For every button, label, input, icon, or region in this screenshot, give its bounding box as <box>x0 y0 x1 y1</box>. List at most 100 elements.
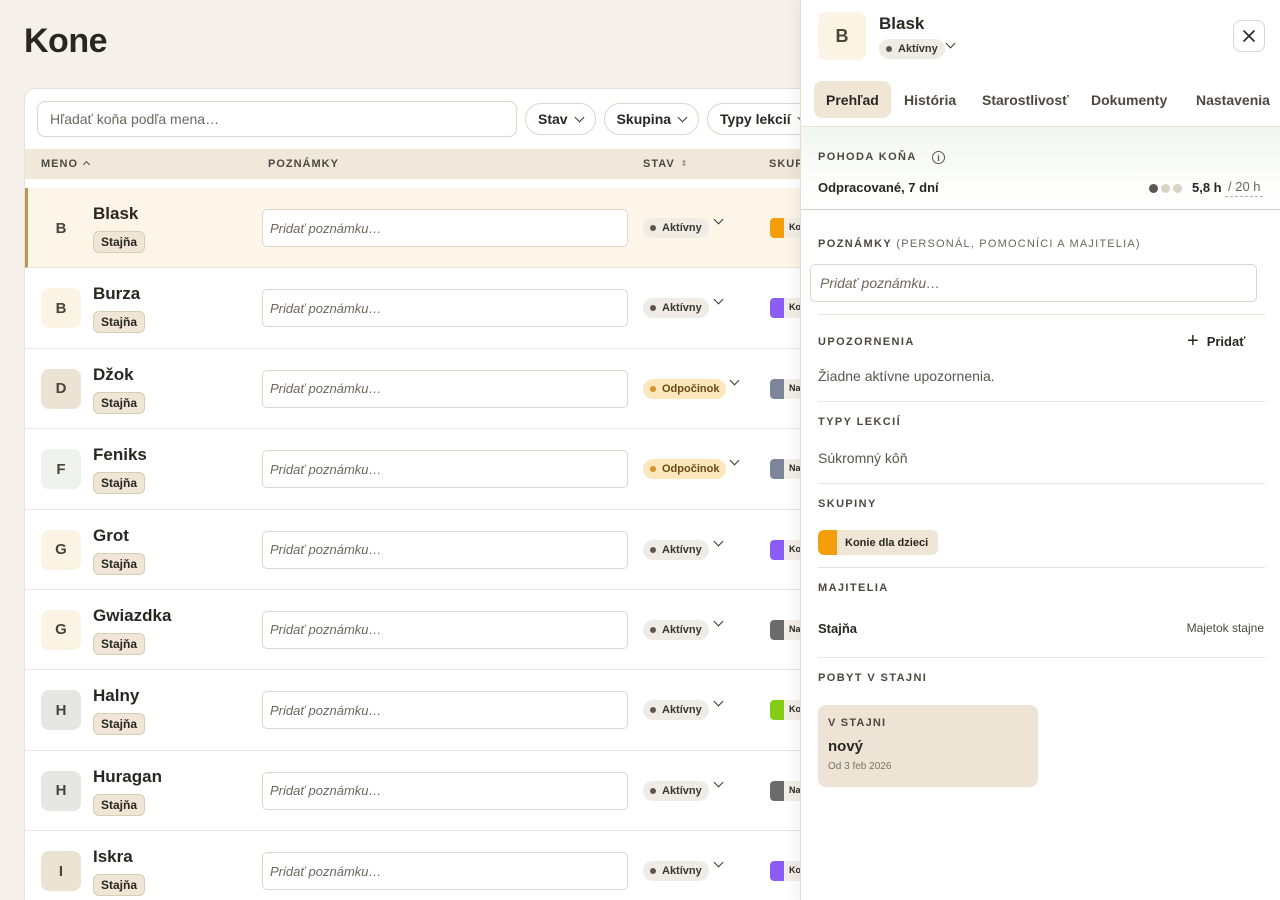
filter-group[interactable]: Skupina <box>603 103 700 135</box>
wellness-heading: POHODA KOŇA <box>818 151 917 163</box>
horses-table-card: Stav Skupina Typy lekcií MENO POZNÁMKY S… <box>24 88 824 900</box>
plus-icon: + <box>1187 330 1199 352</box>
note-input[interactable] <box>262 610 628 649</box>
horse-name[interactable]: Gwiazdka <box>93 606 171 626</box>
tab-care[interactable]: Starostlivosť <box>982 81 1069 118</box>
note-input[interactable] <box>262 369 628 408</box>
column-name-label: MENO <box>41 158 78 170</box>
info-icon[interactable]: i <box>932 151 945 164</box>
status-badge[interactable]: Aktívny <box>643 539 709 560</box>
tab-documents[interactable]: Dokumenty <box>1091 81 1167 118</box>
status-dot <box>650 225 656 231</box>
table-row[interactable]: D Džok Stajňa Odpočinok Na <box>25 349 823 430</box>
group-chip-label: Konie dla dzieci <box>845 536 929 549</box>
note-input[interactable] <box>262 691 628 730</box>
horse-name[interactable]: Iskra <box>93 847 133 867</box>
tab-settings[interactable]: Nastavenia <box>1196 81 1270 118</box>
horse-name[interactable]: Blask <box>93 204 138 224</box>
group-color-swatch <box>770 619 784 640</box>
status-label: Aktívny <box>662 865 702 878</box>
location-tag: Stajňa <box>93 793 146 816</box>
note-input[interactable] <box>262 289 628 328</box>
table-body: BBlaskStajňaAktívnyKoBBurzaStajňaAktívny… <box>25 188 823 900</box>
table-row[interactable]: IIskraStajňaAktívnyKo <box>25 831 823 900</box>
status-badge[interactable]: Aktívny <box>643 619 709 640</box>
horse-detail-panel: B Blask Aktívny Prehľad História Starost… <box>800 0 1280 900</box>
chevron-down-icon[interactable] <box>729 375 740 386</box>
column-header-groups: SKUP <box>769 158 804 170</box>
status-badge[interactable]: Aktívny <box>643 218 709 238</box>
group-chip[interactable]: Konie dla dzieci <box>818 530 939 555</box>
notes-heading: POZNÁMKY (PERSONÁL, POMOCNÍCI A MAJITELI… <box>818 238 1141 250</box>
worked-max[interactable]: / 20 h <box>1225 179 1263 197</box>
chevron-down-icon[interactable] <box>713 616 724 627</box>
status-badge[interactable]: Odpočinok <box>643 378 727 399</box>
column-header-status[interactable]: STAV ⇕ <box>643 158 688 170</box>
chevron-down-icon[interactable] <box>729 455 740 466</box>
column-status-label: STAV <box>643 158 675 170</box>
status-badge[interactable]: Aktívny <box>643 700 709 721</box>
note-input[interactable] <box>262 530 628 569</box>
status-label: Aktívny <box>898 43 938 55</box>
chevron-down-icon[interactable] <box>713 294 724 305</box>
panel-note-input[interactable] <box>810 264 1257 302</box>
avatar: B <box>41 288 81 329</box>
add-alert-button[interactable]: + Pridať <box>1187 330 1245 352</box>
table-row[interactable]: HHalnyStajňaAktívnyKo <box>25 670 823 751</box>
group-label: Na <box>789 382 801 393</box>
table-row[interactable]: BBurzaStajňaAktívnyKo <box>25 268 823 349</box>
chevron-down-icon[interactable] <box>713 696 724 707</box>
horse-name[interactable]: Halny <box>93 686 139 706</box>
status-badge[interactable]: Aktívny <box>643 298 709 319</box>
status-badge[interactable]: Aktívny <box>879 39 945 59</box>
status-badge[interactable]: Aktívny <box>643 780 709 801</box>
table-row[interactable]: BBlaskStajňaAktívnyKo <box>25 188 823 269</box>
filter-status[interactable]: Stav <box>525 103 596 135</box>
workload-dot <box>1161 184 1170 193</box>
owner-name: Stajňa <box>818 621 858 636</box>
location-tag: Stajňa <box>93 391 146 414</box>
note-input[interactable] <box>262 852 628 891</box>
location-tag: Stajňa <box>93 874 146 897</box>
horse-name[interactable]: Feniks <box>93 445 147 465</box>
note-input[interactable] <box>262 450 628 489</box>
status-dot <box>650 385 656 392</box>
tab-history[interactable]: História <box>904 81 956 118</box>
chevron-down-icon[interactable] <box>713 777 724 788</box>
table-row[interactable]: F Feniks Stajňa Odpočinok Na <box>25 429 823 510</box>
status-label: Aktívny <box>662 784 702 797</box>
location-tag: Stajňa <box>93 552 146 575</box>
group-label: Na <box>789 623 801 634</box>
horse-name[interactable]: Grot <box>93 526 129 546</box>
note-input[interactable] <box>262 771 628 810</box>
close-button[interactable] <box>1233 20 1265 52</box>
owners-heading: MAJITELIA <box>818 582 889 594</box>
table-header: MENO POZNÁMKY STAV ⇕ SKUP <box>25 149 823 179</box>
chevron-down-icon[interactable] <box>713 214 724 225</box>
note-input[interactable] <box>262 209 628 247</box>
status-label: Aktívny <box>662 302 702 315</box>
location-tag: Stajňa <box>93 472 146 495</box>
divider <box>818 657 1265 658</box>
group-color-swatch <box>818 530 837 555</box>
status-badge[interactable]: Aktívny <box>643 861 709 882</box>
chevron-down-icon[interactable] <box>713 536 724 547</box>
chevron-down-icon[interactable] <box>945 38 956 49</box>
status-badge[interactable]: Odpočinok <box>643 459 727 480</box>
tab-overview[interactable]: Prehľad <box>814 81 891 118</box>
column-header-name[interactable]: MENO <box>41 158 91 170</box>
table-row[interactable]: G Gwiazdka Stajňa Aktívny Na <box>25 590 823 671</box>
table-row[interactable]: H Huragan Stajňa Aktívny Na <box>25 751 823 832</box>
panel-horse-name: Blask <box>879 14 925 33</box>
avatar: B <box>41 208 81 248</box>
group-color-swatch <box>770 298 784 319</box>
chevron-down-icon[interactable] <box>713 857 724 868</box>
horse-name[interactable]: Burza <box>93 284 140 304</box>
alerts-heading: UPOZORNENIA <box>818 336 915 348</box>
horse-name[interactable]: Džok <box>93 365 134 385</box>
avatar: G <box>41 529 81 570</box>
location-tag: Stajňa <box>93 632 146 655</box>
horse-name[interactable]: Huragan <box>93 767 162 787</box>
table-row[interactable]: GGrotStajňaAktívnyKo <box>25 510 823 590</box>
search-input[interactable] <box>37 101 517 137</box>
